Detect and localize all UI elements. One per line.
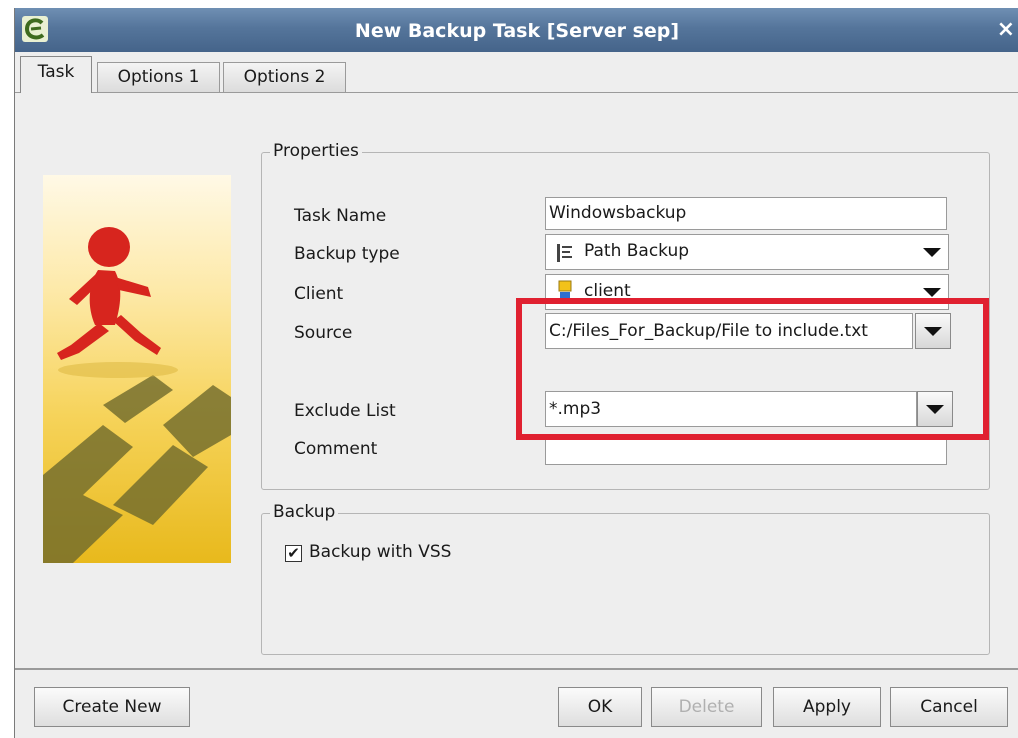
tab-bar: Task Options 1 Options 2 xyxy=(15,52,1018,93)
backup-group: Backup xyxy=(261,502,990,655)
vss-label: Backup with VSS xyxy=(309,542,452,562)
close-icon[interactable]: × xyxy=(997,17,1015,42)
cancel-button[interactable]: Cancel xyxy=(890,687,1008,727)
checkmark-icon: ✔ xyxy=(287,544,300,562)
exclude-list-label: Exclude List xyxy=(294,401,396,421)
ok-button[interactable]: OK xyxy=(558,687,642,727)
highlight-box xyxy=(516,298,989,440)
backup-task-dialog: New Backup Task [Server sep] × Task Opti… xyxy=(14,8,1018,738)
comment-label: Comment xyxy=(294,439,378,459)
footer-divider xyxy=(15,668,1018,670)
task-name-input[interactable]: Windowsbackup xyxy=(545,197,947,230)
client-label: Client xyxy=(294,284,344,304)
create-new-button[interactable]: Create New xyxy=(34,687,190,727)
backup-type-select[interactable]: Path Backup xyxy=(545,234,949,270)
running-figure-logo xyxy=(43,175,231,563)
backup-legend: Backup xyxy=(270,502,339,522)
delete-button[interactable]: Delete xyxy=(651,687,762,727)
window-title: New Backup Task [Server sep] xyxy=(354,20,680,42)
task-name-label: Task Name xyxy=(294,206,387,226)
title-bar[interactable]: New Backup Task [Server sep] × xyxy=(15,8,1018,52)
source-label: Source xyxy=(294,323,353,343)
tab-options-2[interactable]: Options 2 xyxy=(223,62,346,92)
backup-type-label: Backup type xyxy=(294,244,400,264)
chevron-down-icon xyxy=(923,288,941,297)
backup-type-value: Path Backup xyxy=(584,241,690,261)
vss-checkbox[interactable]: ✔ xyxy=(285,545,302,562)
apply-button[interactable]: Apply xyxy=(773,687,881,727)
properties-legend: Properties xyxy=(270,141,362,161)
tab-task[interactable]: Task xyxy=(20,56,92,93)
path-list-icon xyxy=(556,243,574,268)
chevron-down-icon xyxy=(923,248,941,257)
tab-options-1[interactable]: Options 1 xyxy=(97,62,220,92)
